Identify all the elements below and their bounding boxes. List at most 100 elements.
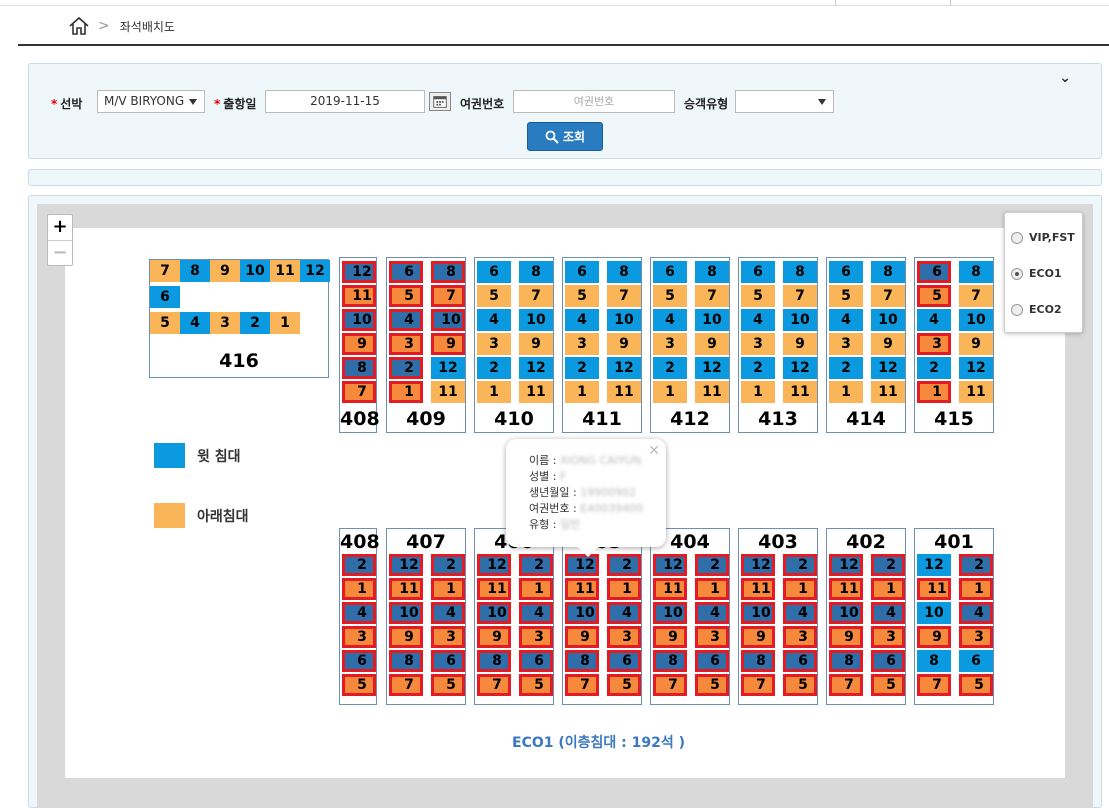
calendar-icon[interactable] [429,92,451,111]
bed-lower[interactable]: 1 [783,578,817,600]
bed-lower[interactable]: 5 [477,285,511,307]
bed-upper[interactable]: 6 [389,261,423,283]
bed-lower[interactable]: 11 [871,381,905,403]
bed-lower[interactable]: 9 [431,333,465,355]
bed-lower[interactable]: 5 [342,674,376,696]
bed-upper[interactable]: 2 [342,554,376,576]
bed-upper[interactable]: 6 [342,650,376,672]
radio-eco2[interactable]: ECO2 [1011,303,1062,316]
ship-select[interactable]: M/V BIRYONG [97,90,205,113]
bed-lower[interactable]: 11 [741,578,775,600]
bed-lower[interactable]: 3 [210,312,240,334]
bed-lower[interactable]: 1 [389,381,423,403]
bed-upper[interactable]: 10 [477,602,511,624]
bed-upper[interactable]: 2 [240,312,270,334]
bed-upper[interactable]: 10 [342,309,376,331]
bed-upper[interactable]: 6 [150,286,180,308]
bed-upper[interactable]: 4 [917,309,951,331]
bed-lower[interactable]: 9 [210,260,240,282]
bed-upper[interactable]: 8 [607,261,641,283]
bed-lower[interactable]: 5 [917,285,951,307]
bed-lower[interactable]: 7 [653,674,687,696]
bed-lower[interactable]: 1 [695,578,729,600]
bed-lower[interactable]: 3 [607,626,641,648]
home-icon[interactable] [68,16,90,36]
bed-upper[interactable]: 10 [959,309,993,331]
bed-upper[interactable]: 8 [342,357,376,379]
bed-lower[interactable]: 1 [741,381,775,403]
bed-upper[interactable]: 2 [519,554,553,576]
bed-lower[interactable]: 5 [389,285,423,307]
bed-lower[interactable]: 11 [607,381,641,403]
bed-lower[interactable]: 7 [519,285,553,307]
bed-lower[interactable]: 5 [741,285,775,307]
bed-upper[interactable]: 12 [653,554,687,576]
radio-eco1[interactable]: ECO1 [1011,267,1062,280]
bed-upper[interactable]: 10 [389,602,423,624]
bed-upper[interactable]: 8 [741,650,775,672]
bed-lower[interactable]: 7 [389,674,423,696]
bed-lower[interactable]: 5 [431,674,465,696]
bed-lower[interactable]: 5 [783,674,817,696]
bed-upper[interactable]: 4 [342,602,376,624]
bed-upper[interactable]: 2 [477,357,511,379]
bed-upper[interactable]: 4 [519,602,553,624]
bed-lower[interactable]: 7 [477,674,511,696]
bed-upper[interactable]: 8 [565,650,599,672]
bed-upper[interactable]: 10 [871,309,905,331]
bed-upper[interactable]: 10 [240,260,270,282]
bed-upper[interactable]: 2 [389,357,423,379]
bed-lower[interactable]: 7 [695,285,729,307]
close-icon[interactable]: ✕ [648,443,660,459]
bed-upper[interactable]: 12 [519,357,553,379]
bed-upper[interactable]: 6 [829,261,863,283]
bed-lower[interactable]: 9 [342,333,376,355]
bed-lower[interactable]: 1 [871,578,905,600]
bed-lower[interactable]: 9 [477,626,511,648]
bed-lower[interactable]: 11 [342,285,376,307]
bed-upper[interactable]: 10 [829,602,863,624]
passport-field[interactable] [514,91,674,112]
bed-upper[interactable]: 8 [180,260,210,282]
bed-lower[interactable]: 11 [695,381,729,403]
bed-upper[interactable]: 8 [829,650,863,672]
bed-upper[interactable]: 8 [695,261,729,283]
bed-upper[interactable]: 6 [871,650,905,672]
bed-lower[interactable]: 3 [431,626,465,648]
bed-upper[interactable]: 12 [871,357,905,379]
bed-lower[interactable]: 1 [270,312,300,334]
bed-lower[interactable]: 11 [519,381,553,403]
bed-lower[interactable]: 1 [431,578,465,600]
bed-upper[interactable]: 6 [477,261,511,283]
bed-upper[interactable]: 8 [653,650,687,672]
bed-lower[interactable]: 5 [565,285,599,307]
bed-lower[interactable]: 5 [150,312,180,334]
bed-upper[interactable]: 2 [783,554,817,576]
zoom-in-button[interactable]: + [48,215,72,240]
bed-upper[interactable]: 6 [917,261,951,283]
bed-upper[interactable]: 8 [431,261,465,283]
bed-lower[interactable]: 11 [477,578,511,600]
bed-lower[interactable]: 5 [653,285,687,307]
bed-lower[interactable]: 9 [519,333,553,355]
bed-upper[interactable]: 10 [917,602,951,624]
bed-lower[interactable]: 3 [565,333,599,355]
passport-input[interactable] [513,90,675,113]
bed-upper[interactable]: 12 [342,261,376,283]
bed-upper[interactable]: 12 [300,260,330,282]
bed-upper[interactable]: 2 [917,357,951,379]
bed-lower[interactable]: 3 [389,333,423,355]
bed-upper[interactable]: 4 [180,312,210,334]
bed-lower[interactable]: 5 [871,674,905,696]
bed-lower[interactable]: 7 [959,285,993,307]
bed-upper[interactable]: 6 [695,650,729,672]
bed-upper[interactable]: 8 [477,650,511,672]
bed-lower[interactable]: 1 [342,578,376,600]
bed-lower[interactable]: 5 [519,674,553,696]
bed-upper[interactable]: 12 [607,357,641,379]
bed-upper[interactable]: 4 [565,309,599,331]
bed-upper[interactable]: 2 [565,357,599,379]
bed-lower[interactable]: 9 [783,333,817,355]
bed-upper[interactable]: 12 [431,357,465,379]
bed-lower[interactable]: 1 [477,381,511,403]
